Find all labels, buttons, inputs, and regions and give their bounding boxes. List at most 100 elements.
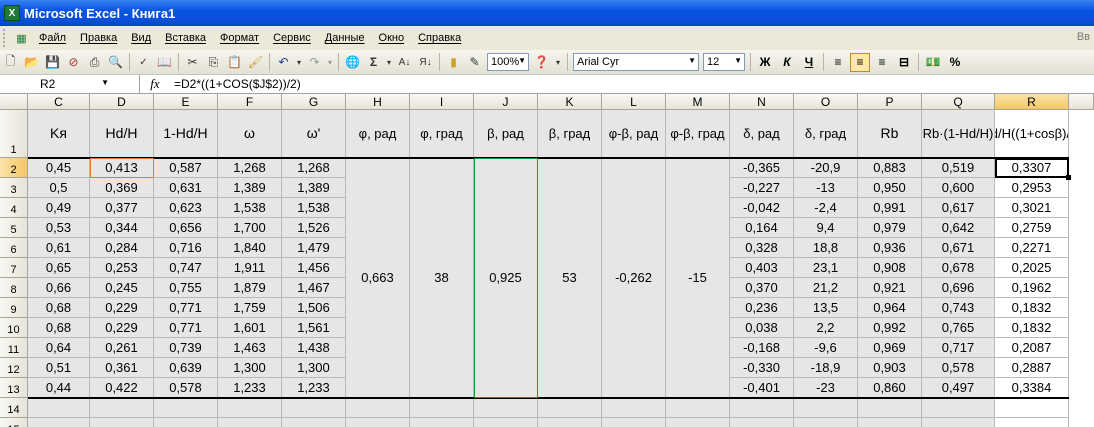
redo-icon[interactable]: ↷ (305, 53, 324, 72)
cell-r4[interactable]: 0,3021 (995, 198, 1069, 218)
cell-c5[interactable]: 0,53 (28, 218, 90, 238)
cell-f14[interactable] (218, 398, 282, 418)
undo-dropdown-icon[interactable]: ▾ (295, 53, 303, 72)
cell-q9[interactable]: 0,743 (922, 298, 995, 318)
cell-r2[interactable]: 0,3307 (995, 158, 1069, 178)
cell-l15[interactable] (602, 418, 666, 427)
permission-icon[interactable]: ⊘ (64, 53, 83, 72)
cell-p4[interactable]: 0,991 (858, 198, 922, 218)
cell-c11[interactable]: 0,64 (28, 338, 90, 358)
cell-f3[interactable]: 1,389 (218, 178, 282, 198)
row-header-10[interactable]: 10 (0, 318, 28, 338)
cell-n11[interactable]: -0,168 (730, 338, 794, 358)
cell-d9[interactable]: 0,229 (90, 298, 154, 318)
select-all-corner[interactable] (0, 94, 28, 110)
cell-c7[interactable]: 0,65 (28, 258, 90, 278)
cell-e15[interactable] (154, 418, 218, 427)
cell-d11[interactable]: 0,261 (90, 338, 154, 358)
header-cell-o[interactable]: δ, град (794, 110, 858, 158)
row-header-3[interactable]: 3 (0, 178, 28, 198)
column-header-i[interactable]: I (410, 94, 474, 110)
copy-icon[interactable]: ⎘ (204, 53, 223, 72)
spelling-icon[interactable]: ✓ (134, 53, 153, 72)
cell-e4[interactable]: 0,623 (154, 198, 218, 218)
cell-q8[interactable]: 0,696 (922, 278, 995, 298)
cell-n10[interactable]: 0,038 (730, 318, 794, 338)
cell-d7[interactable]: 0,253 (90, 258, 154, 278)
cell-o13[interactable]: -23 (794, 378, 858, 398)
cell-n2[interactable]: -0,365 (730, 158, 794, 178)
insert-function-icon[interactable]: fx (140, 76, 170, 92)
cell-o4[interactable]: -2,4 (794, 198, 858, 218)
cell-c6[interactable]: 0,61 (28, 238, 90, 258)
cell-e14[interactable] (154, 398, 218, 418)
cell-o2[interactable]: -20,9 (794, 158, 858, 178)
cell-o11[interactable]: -9,6 (794, 338, 858, 358)
worksheet-grid[interactable]: CDEFGHIJKLMNOPQR123456789101112131415KяH… (0, 94, 1094, 427)
cell-o6[interactable]: 18,8 (794, 238, 858, 258)
cell-r12[interactable]: 0,2887 (995, 358, 1069, 378)
zoom-select[interactable]: 100% ▼ (487, 53, 529, 71)
open-icon[interactable]: 📂 (22, 53, 41, 72)
currency-icon[interactable]: 💵 (923, 53, 943, 72)
header-cell-f[interactable]: ω (218, 110, 282, 158)
cell-k15[interactable] (538, 418, 602, 427)
cell-g10[interactable]: 1,561 (282, 318, 346, 338)
row-header-5[interactable]: 5 (0, 218, 28, 238)
research-icon[interactable]: 📖 (155, 53, 174, 72)
save-icon[interactable]: 💾 (43, 53, 62, 72)
align-left-icon[interactable]: ≡ (828, 53, 848, 72)
cell-p3[interactable]: 0,950 (858, 178, 922, 198)
column-header-m[interactable]: M (666, 94, 730, 110)
redo-dropdown-icon[interactable]: ▾ (326, 53, 334, 72)
cell-f4[interactable]: 1,538 (218, 198, 282, 218)
cell-f5[interactable]: 1,700 (218, 218, 282, 238)
cell-q15[interactable] (922, 418, 995, 427)
menu-format[interactable]: Формат (213, 32, 266, 44)
column-header-d[interactable]: D (90, 94, 154, 110)
cell-g3[interactable]: 1,389 (282, 178, 346, 198)
cell-p12[interactable]: 0,903 (858, 358, 922, 378)
cell-o8[interactable]: 21,2 (794, 278, 858, 298)
menu-insert[interactable]: Вставка (158, 32, 213, 44)
format-painter-icon[interactable]: 🖌 (246, 53, 265, 72)
cell-g14[interactable] (282, 398, 346, 418)
header-cell-n[interactable]: δ, рад (730, 110, 794, 158)
cell-i15[interactable] (410, 418, 474, 427)
cell-o5[interactable]: 9,4 (794, 218, 858, 238)
cell-p5[interactable]: 0,979 (858, 218, 922, 238)
toolbar-options-icon[interactable]: ▾ (553, 53, 563, 72)
cell-r3[interactable]: 0,2953 (995, 178, 1069, 198)
header-cell-i[interactable]: φ, град (410, 110, 474, 158)
cell-g12[interactable]: 1,300 (282, 358, 346, 378)
cell-p6[interactable]: 0,936 (858, 238, 922, 258)
header-cell-l[interactable]: φ-β, рад (602, 110, 666, 158)
cell-d6[interactable]: 0,284 (90, 238, 154, 258)
cell-d14[interactable] (90, 398, 154, 418)
header-cell-g[interactable]: ω' (282, 110, 346, 158)
cell-f8[interactable]: 1,879 (218, 278, 282, 298)
cell-o9[interactable]: 13,5 (794, 298, 858, 318)
cell-d3[interactable]: 0,369 (90, 178, 154, 198)
header-cell-m[interactable]: φ-β, град (666, 110, 730, 158)
cell-e11[interactable]: 0,739 (154, 338, 218, 358)
cell-c14[interactable] (28, 398, 90, 418)
cell-r5[interactable]: 0,2759 (995, 218, 1069, 238)
merged-cell-m[interactable]: -15 (666, 158, 730, 398)
menu-tools[interactable]: Сервис (266, 32, 318, 44)
merged-cell-k[interactable]: 53 (538, 158, 602, 398)
merge-center-icon[interactable]: ⊟ (894, 53, 914, 72)
header-cell-d[interactable]: Hd/H (90, 110, 154, 158)
cell-q6[interactable]: 0,671 (922, 238, 995, 258)
menu-window[interactable]: Окно (372, 32, 412, 44)
cell-p2[interactable]: 0,883 (858, 158, 922, 178)
cell-e5[interactable]: 0,656 (154, 218, 218, 238)
row-header-15[interactable]: 15 (0, 418, 28, 427)
cell-f15[interactable] (218, 418, 282, 427)
cell-h14[interactable] (346, 398, 410, 418)
cell-f7[interactable]: 1,911 (218, 258, 282, 278)
merged-cell-i[interactable]: 38 (410, 158, 474, 398)
fill-handle[interactable] (1066, 175, 1071, 180)
header-cell-q[interactable]: Rb·(1-Hd/H) (922, 110, 995, 158)
bold-button[interactable]: Ж (755, 53, 775, 72)
